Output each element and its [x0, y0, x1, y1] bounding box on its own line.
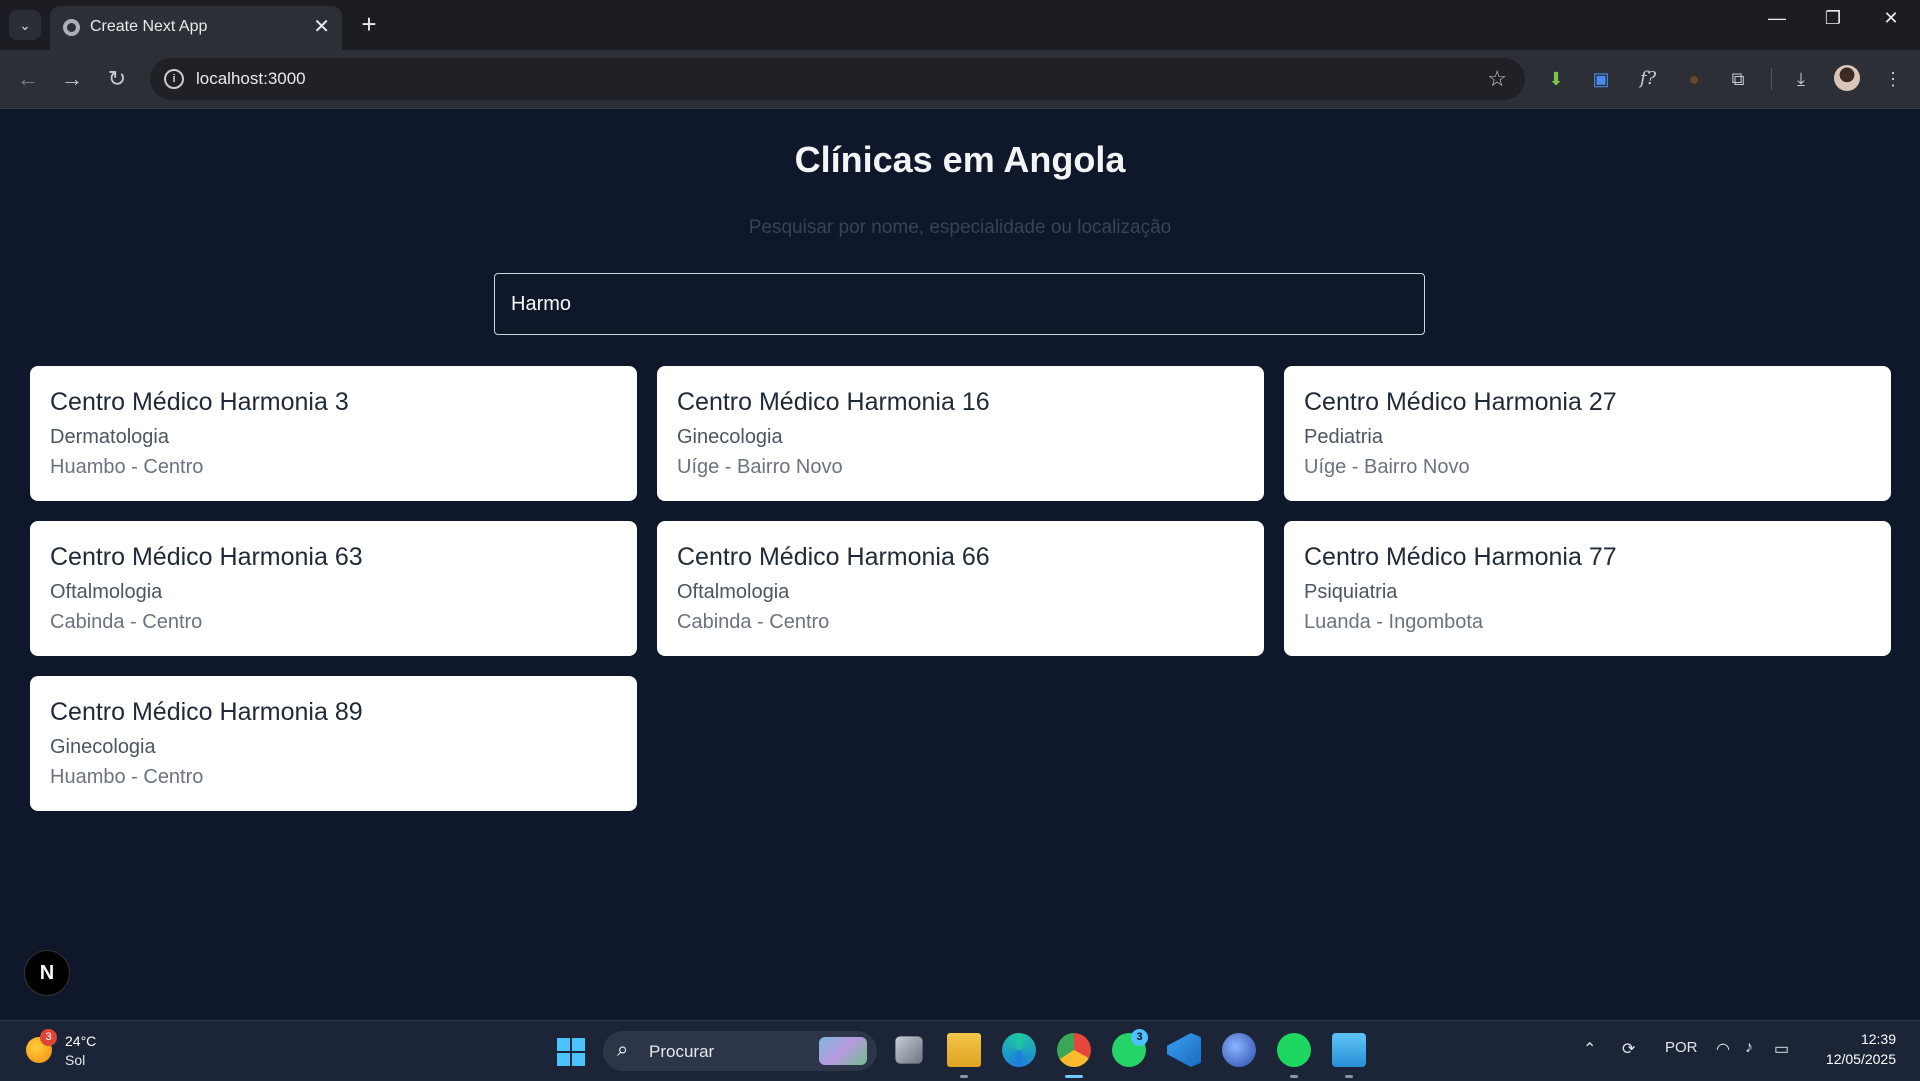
extension-icon[interactable]: ● — [1680, 65, 1708, 93]
browser-toolbar: ← → ↻ i localhost:3000 ☆ ⬇ ▣ f? ● ⧉ ⤓ ⋮ — [0, 50, 1920, 109]
clinic-specialty: Oftalmologia — [677, 581, 790, 603]
clinic-name: Centro Médico Harmonia 27 — [1304, 388, 1617, 416]
forward-arrow-icon[interactable]: → — [57, 64, 87, 94]
windows-start-icon[interactable] — [557, 1038, 585, 1066]
file-explorer-icon[interactable] — [947, 1033, 981, 1078]
clinic-specialty: Pediatria — [1304, 426, 1383, 448]
profile-avatar[interactable] — [1834, 65, 1860, 91]
clinic-card[interactable]: Centro Médico Harmonia 27 Pediatria Uíge… — [1284, 366, 1891, 501]
clock-date[interactable]: 12/05/2025 — [1826, 1051, 1896, 1067]
extensions-puzzle-icon[interactable]: ⧉ — [1724, 65, 1752, 93]
edge-browser-icon[interactable] — [1002, 1033, 1036, 1067]
toolbar-divider — [1771, 68, 1772, 90]
translate-extension-icon[interactable]: ▣ — [1587, 65, 1615, 93]
clinic-location: Uíge - Bairro Novo — [677, 456, 843, 478]
clinic-specialty: Dermatologia — [50, 426, 169, 448]
spotify-icon[interactable] — [1277, 1033, 1311, 1078]
clinic-grid: Centro Médico Harmonia 3 Dermatologia Hu… — [30, 366, 1891, 811]
maximize-button[interactable]: ❐ — [1813, 8, 1853, 29]
clinic-location: Luanda - Ingombota — [1304, 611, 1484, 633]
tab-search-chevron-icon[interactable]: ⌄ — [9, 10, 41, 40]
downloads-icon[interactable]: ⤓ — [1787, 65, 1815, 93]
weather-badge: 3 — [40, 1029, 57, 1046]
clinic-name: Centro Médico Harmonia 77 — [1304, 543, 1617, 571]
clinic-specialty: Ginecologia — [677, 426, 783, 448]
minimize-button[interactable]: — — [1757, 8, 1797, 29]
search-icon: ⌕ — [617, 1039, 629, 1061]
wifi-icon[interactable]: ◠ — [1716, 1039, 1730, 1059]
nextjs-dev-badge[interactable]: N — [25, 951, 69, 995]
clinic-card[interactable]: Centro Médico Harmonia 16 Ginecologia Uí… — [657, 366, 1264, 501]
clinic-card[interactable]: Centro Médico Harmonia 66 Oftalmologia C… — [657, 521, 1264, 656]
clinic-card[interactable]: Centro Médico Harmonia 3 Dermatologia Hu… — [30, 366, 637, 501]
tab-close-icon[interactable]: ✕ — [313, 15, 330, 39]
weather-description[interactable]: Sol — [65, 1052, 85, 1068]
back-arrow-icon[interactable]: ← — [13, 64, 43, 94]
clock-time[interactable]: 12:39 — [1861, 1031, 1896, 1047]
clinic-card[interactable]: Centro Médico Harmonia 89 Ginecologia Hu… — [30, 676, 637, 811]
clinic-specialty: Psiquiatria — [1304, 581, 1398, 603]
clinic-name: Centro Médico Harmonia 89 — [50, 698, 363, 726]
clinic-specialty: Ginecologia — [50, 736, 156, 758]
bookmark-star-icon[interactable]: ☆ — [1487, 66, 1507, 92]
site-info-icon[interactable]: i — [164, 69, 184, 89]
whatsapp-badge: 3 — [1131, 1029, 1148, 1046]
reload-icon[interactable]: ↻ — [102, 64, 132, 94]
clinic-name: Centro Médico Harmonia 66 — [677, 543, 990, 571]
page-title: Clínicas em Angola — [794, 139, 1126, 180]
clinic-location: Cabinda - Centro — [677, 611, 830, 633]
close-window-button[interactable]: ✕ — [1871, 8, 1911, 29]
page-content: Clínicas em Angola Pesquisar por nome, e… — [0, 109, 1920, 1020]
address-bar[interactable]: i localhost:3000 ☆ — [150, 58, 1525, 100]
tab-title: Create Next App — [90, 18, 208, 35]
clinic-location: Uíge - Bairro Novo — [1304, 456, 1470, 478]
search-hint: Pesquisar por nome, especialidade ou loc… — [748, 217, 1172, 238]
clinic-specialty: Oftalmologia — [50, 581, 163, 603]
address-url[interactable]: localhost:3000 — [196, 69, 306, 89]
chrome-browser-icon[interactable] — [1057, 1033, 1091, 1078]
search-highlight-image — [819, 1037, 867, 1065]
clinic-name: Centro Médico Harmonia 3 — [50, 388, 349, 416]
clinic-location: Huambo - Centro — [50, 766, 204, 788]
download-extension-icon[interactable]: ⬇ — [1542, 65, 1570, 93]
task-view-icon[interactable] — [895, 1036, 923, 1064]
clinic-card[interactable]: Centro Médico Harmonia 63 Oftalmologia C… — [30, 521, 637, 656]
taskbar-search[interactable]: ⌕ Procurar — [603, 1031, 877, 1071]
globe-favicon-icon — [63, 19, 80, 36]
vscode-icon[interactable] — [1167, 1033, 1201, 1067]
show-hidden-icons-chevron[interactable]: ⌃ — [1583, 1039, 1596, 1059]
clinic-name: Centro Médico Harmonia 63 — [50, 543, 363, 571]
menu-kebab-icon[interactable]: ⋮ — [1879, 65, 1907, 93]
new-tab-button[interactable]: + — [354, 10, 384, 38]
battery-icon[interactable]: ▭ — [1774, 1039, 1789, 1059]
weather-temperature[interactable]: 24°C — [65, 1033, 96, 1049]
browser-tabstrip: ⌄ Create Next App ✕ + — ❐ ✕ — [0, 0, 1920, 50]
taskbar-search-label: Procurar — [649, 1042, 715, 1061]
browser-tab[interactable]: Create Next App ✕ — [50, 6, 342, 50]
sync-icon[interactable]: ⟳ — [1622, 1039, 1635, 1059]
search-input[interactable] — [494, 273, 1425, 335]
clinic-name: Centro Médico Harmonia 16 — [677, 388, 990, 416]
clinic-location: Huambo - Centro — [50, 456, 204, 478]
clinic-location: Cabinda - Centro — [50, 611, 203, 633]
volume-icon[interactable]: ♪ — [1745, 1039, 1753, 1057]
app-icon[interactable] — [1222, 1033, 1256, 1067]
notepad-icon[interactable] — [1332, 1033, 1366, 1078]
language-indicator[interactable]: POR — [1665, 1039, 1698, 1056]
clinic-card[interactable]: Centro Médico Harmonia 77 Psiquiatria Lu… — [1284, 521, 1891, 656]
taskbar: 3 24°C Sol ⌕ Procurar 3 ⌃ ⟳ POR ◠ ♪ ▭ 12… — [0, 1020, 1920, 1081]
formula-extension-icon[interactable]: f? — [1634, 65, 1662, 93]
